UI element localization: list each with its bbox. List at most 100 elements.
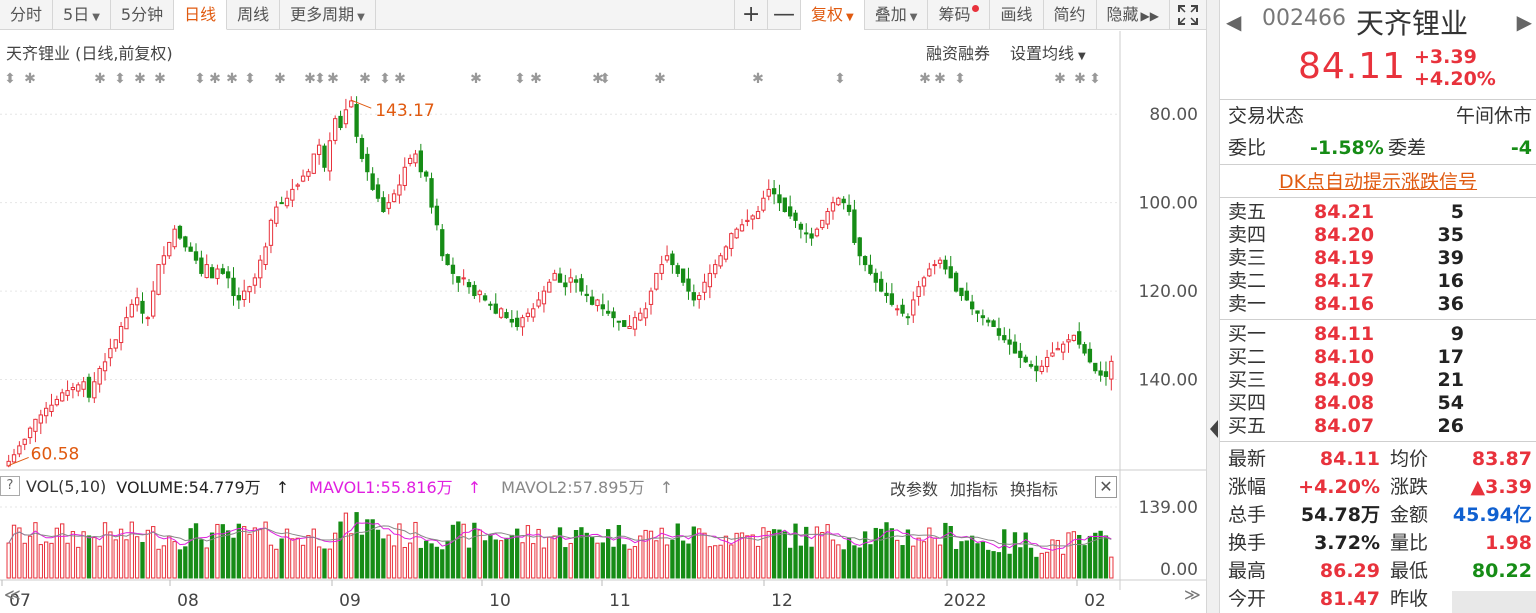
- candle-body: [729, 233, 734, 249]
- volume-bar: [707, 546, 713, 579]
- bid-row[interactable]: 买一 84.11 9: [1220, 323, 1536, 346]
- next-stock-icon[interactable]: ▶: [1517, 10, 1532, 34]
- bid-row[interactable]: 买三 84.09 21: [1220, 369, 1536, 392]
- candle-body: [589, 296, 595, 305]
- volume-bar: [595, 542, 600, 579]
- candle-body: [616, 320, 622, 323]
- add-indicator-button[interactable]: 加指标: [950, 476, 998, 500]
- candle-body: [563, 282, 568, 288]
- bid-label: 买一: [1228, 323, 1267, 345]
- candle-body: [445, 254, 450, 266]
- volume-bar: [1044, 551, 1050, 579]
- volume-bar: [905, 529, 911, 579]
- panel-collapse-strip[interactable]: [1206, 0, 1220, 613]
- price-change: +3.39 +4.20%: [1414, 46, 1496, 90]
- margin-finance-link[interactable]: 融资融券: [926, 40, 990, 64]
- stat-value: 81.47: [1319, 588, 1380, 610]
- bid-price: 84.10: [1314, 346, 1375, 368]
- candle-body: [113, 339, 118, 349]
- event-info-icon: ⬍: [4, 71, 16, 87]
- ask-row[interactable]: 卖五 84.21 5: [1220, 201, 1536, 224]
- volume-bar: [70, 531, 76, 579]
- help-icon[interactable]: ?: [0, 476, 20, 496]
- stat-value: 84.11: [1319, 448, 1380, 470]
- ask-row[interactable]: 卖三 84.19 39: [1220, 247, 1536, 270]
- ask-row[interactable]: 卖二 84.17 16: [1220, 270, 1536, 293]
- candle-body: [252, 277, 258, 286]
- volume-bar: [359, 534, 365, 579]
- candle-body: [11, 454, 17, 463]
- candle-body: [461, 277, 466, 280]
- volume-bar: [659, 527, 664, 579]
- bid-row[interactable]: 买五 84.07 26: [1220, 415, 1536, 438]
- candle-body: [236, 295, 241, 301]
- volume-bar: [991, 551, 996, 579]
- volume-bar: [391, 545, 397, 579]
- volume-bar: [777, 529, 782, 579]
- x-tick-label: 02: [1084, 591, 1106, 611]
- candle-body: [932, 264, 937, 267]
- candle-body: [1066, 339, 1071, 343]
- volume-bar: [445, 540, 450, 579]
- candle-body: [825, 211, 830, 225]
- stat-label: 金额: [1390, 504, 1429, 526]
- candle-body: [648, 290, 654, 305]
- ask-row[interactable]: 卖四 84.20 35: [1220, 224, 1536, 247]
- volume-bar: [670, 539, 675, 579]
- volume-bar: [531, 543, 536, 579]
- set-ma-label: 设置均线: [1010, 44, 1075, 63]
- volume-bar: [584, 532, 589, 579]
- candle-body: [429, 178, 434, 208]
- prev-stock-icon[interactable]: ◀: [1226, 10, 1241, 34]
- candle-body: [327, 140, 332, 172]
- ask-label: 卖三: [1228, 247, 1267, 269]
- candle-body: [204, 264, 209, 279]
- close-indicator-button[interactable]: ✕: [1095, 476, 1117, 498]
- candle-body: [889, 293, 895, 305]
- switch-indicator-button[interactable]: 换指标: [1010, 476, 1058, 500]
- scroll-left-icon: ≪: [4, 585, 21, 604]
- dk-signal-link[interactable]: DK点自动提示涨跌信号: [1220, 164, 1536, 198]
- candle-body: [895, 308, 900, 311]
- volume-bar: [911, 545, 916, 579]
- bid-row[interactable]: 买二 84.10 17: [1220, 346, 1536, 369]
- candle-body: [456, 276, 461, 283]
- volume-bar: [349, 533, 354, 579]
- candle-body: [991, 320, 996, 327]
- candle-body: [638, 312, 643, 321]
- kline-chart[interactable]: ⬍ ✱ ✱ ⬍ ✱ ✱ ⬍ ✱ ✱ ⬍ ✱ ✱⬍ ✱ ✱ ⬍ ✱ ✱ ⬍ ✱ ✱⬍ ✱ ✱ ⬍ ✱ ✱ ⬍ ✱ ✱ ⬍ 140.00 12…: [0, 0, 1206, 613]
- bid-qty: 54: [1437, 392, 1464, 414]
- candle-body: [734, 228, 739, 239]
- candle-body: [354, 104, 359, 137]
- volume-bar: [118, 528, 124, 579]
- ask-price: 84.16: [1314, 293, 1375, 315]
- candle-body: [852, 209, 857, 243]
- candle-body: [782, 197, 787, 213]
- event-star-icon: ✱: [1054, 71, 1066, 87]
- candle-body: [493, 303, 498, 314]
- set-ma-link[interactable]: 设置均线 ▼: [1010, 40, 1086, 64]
- volume-bar: [745, 535, 750, 579]
- candle-body: [905, 316, 911, 319]
- collapse-arrow-icon[interactable]: [1209, 410, 1218, 450]
- volume-bar: [49, 542, 54, 579]
- event-info-icon: ⬍: [114, 71, 126, 87]
- candle-body: [600, 304, 605, 310]
- quote-panel: ◀ 002466 天齐锂业 ▶ 84.11 +3.39 +4.20% 交易状态 …: [1220, 0, 1536, 613]
- volume-bar: [836, 544, 841, 579]
- volume-bar: [964, 540, 969, 579]
- adjust-params-button[interactable]: 改参数: [890, 476, 938, 500]
- volume-bar: [932, 537, 937, 579]
- volume-bar: [1077, 534, 1082, 579]
- candle-body: [547, 281, 552, 293]
- candle-body: [980, 315, 986, 319]
- ask-row[interactable]: 卖一 84.16 36: [1220, 293, 1536, 316]
- x-tick-label: 2022: [943, 591, 986, 611]
- volume-bar: [739, 532, 745, 579]
- candle-body: [231, 277, 236, 297]
- weibi-row: 委比 -1.58% 委差 -4: [1220, 132, 1536, 164]
- volume-bar: [397, 523, 402, 579]
- volume-bar: [563, 547, 568, 579]
- volume-bar: [980, 541, 986, 579]
- bid-row[interactable]: 买四 84.08 54: [1220, 392, 1536, 415]
